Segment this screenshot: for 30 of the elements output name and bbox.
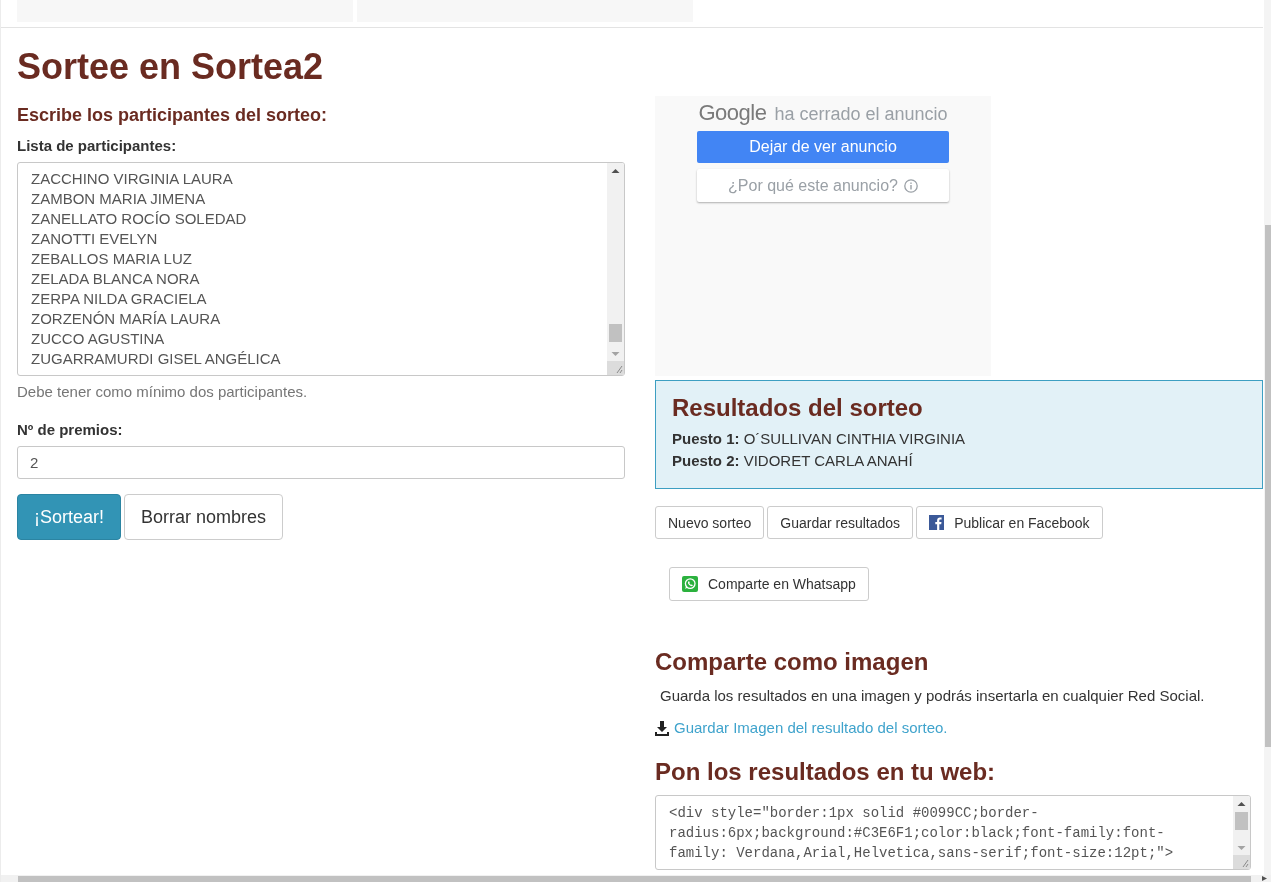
page-title: Sortee en Sortea2	[17, 47, 325, 87]
scroll-bar[interactable]	[1233, 796, 1250, 869]
clear-names-button[interactable]: Borrar nombres	[124, 494, 284, 540]
new-draw-button[interactable]: Nuevo sorteo	[655, 506, 765, 539]
facebook-icon	[929, 515, 945, 530]
help-text: Debe tener como mínimo dos participantes.	[17, 382, 309, 402]
winner-line: Puesto 2: VIDORET CARLA ANAHÍ	[672, 451, 914, 471]
page-scrollbar[interactable]	[1, 875, 1271, 882]
scroll-bar[interactable]	[607, 163, 624, 375]
facebook-button[interactable]: Publicar en Facebook	[916, 506, 1103, 539]
results-title: Resultados del sorteo	[672, 394, 924, 422]
whatsapp-icon	[682, 576, 698, 592]
prizes-input[interactable]: 2	[17, 446, 625, 479]
section-heading: Comparte como imagen	[655, 648, 930, 676]
field-label: Lista de participantes:	[17, 136, 178, 156]
section-heading: Pon los resultados en tu web:	[655, 758, 997, 786]
embed-code-field[interactable]: <div style="border:1px solid #0099CC;border-radius:6px;background:#C3E6F1;color:black;font-family:font-family: Verdana,Arial,Helvetica,sans-serif;font-size:12pt;">	[655, 795, 1251, 870]
brand-logo: Google	[698, 101, 767, 125]
winner-line: Puesto 1: O´SULLIVAN CINTHIA VIRGINIA	[672, 429, 967, 449]
section-heading: Escribe los participantes del sorteo:	[17, 104, 329, 126]
description-text: Guarda los resultados en una imagen y podrás insertarla en cualquier Red Social.	[659, 686, 1206, 706]
download-icon	[655, 720, 669, 736]
participants-field[interactable]: ZACCHINO VIRGINIA LAURA ZAMBON MARIA JIMENA ZANELLATO ROCÍO SOLEDAD ZANOTTI EVELYN ZEBALLOS MARIA LUZ ZELADA BLANCA NORA ZERPA NILDA GRACIELA ZORZENÓN MARÍA LAURA ZUCCO AGUSTINA ZUGARRAMURDI GISEL ANGÉLICA	[17, 162, 625, 376]
page-scrollbar[interactable]	[1264, 0, 1271, 875]
whatsapp-button[interactable]: Comparte en Whatsapp	[669, 567, 869, 601]
field-label: Nº de premios:	[17, 420, 124, 440]
save-results-button[interactable]: Guardar resultados	[767, 506, 914, 539]
stop-ad-button[interactable]: Dejar de ver anuncio	[697, 131, 949, 163]
ad-message: ha cerrado el anuncio	[774, 103, 948, 126]
info-icon	[903, 178, 918, 193]
